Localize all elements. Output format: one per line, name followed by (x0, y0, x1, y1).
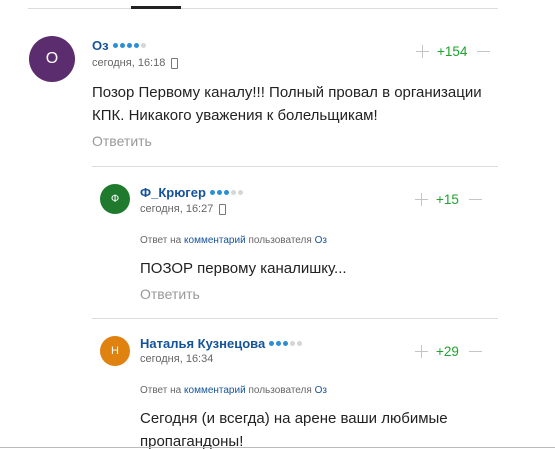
user-rank-dots (112, 43, 148, 48)
comment-author-row: Ф_Крюгер (140, 185, 245, 200)
comment-divider (92, 318, 498, 319)
comment-divider (92, 166, 498, 167)
comment-time: сегодня, 16:18 (92, 57, 166, 69)
reply-button[interactable]: Ответить (92, 133, 152, 149)
downvote-icon[interactable] (477, 51, 491, 52)
avatar[interactable]: О (29, 36, 75, 82)
comment-text: Сегодня (и всегда) на арене ваши любимые… (140, 410, 448, 449)
reply-user-link[interactable]: Оз (315, 235, 327, 246)
comment-time: сегодня, 16:34 (140, 353, 214, 365)
reply-comment-link[interactable]: комментарий (184, 385, 246, 396)
vote-widget: +15 (415, 192, 482, 207)
author-link[interactable]: Ф_Крюгер (140, 185, 206, 200)
downvote-icon[interactable] (468, 199, 482, 200)
rating-value: +29 (436, 344, 459, 359)
active-tab-indicator (131, 6, 181, 9)
rating-value: +154 (437, 44, 468, 59)
reply-to-line: Ответ на комментарий пользователя Оз (140, 235, 327, 246)
author-link[interactable]: Оз (92, 38, 109, 53)
upvote-icon[interactable] (415, 193, 428, 206)
reply-button[interactable]: Ответить (140, 286, 200, 302)
comment-meta: сегодня, 16:18 (92, 57, 179, 69)
top-divider (28, 8, 498, 9)
comment-author-row: Наталья Кузнецова (140, 336, 304, 351)
comment-meta: сегодня, 16:34 (140, 353, 213, 365)
mobile-icon (219, 203, 227, 215)
user-rank-dots (209, 190, 245, 195)
reply-comment-link[interactable]: комментарий (184, 235, 246, 246)
mobile-icon (171, 57, 179, 69)
rating-value: +15 (436, 192, 459, 207)
comment-time: сегодня, 16:27 (140, 203, 214, 215)
author-link[interactable]: Наталья Кузнецова (140, 336, 265, 351)
avatar[interactable]: Ф (100, 184, 130, 214)
bottom-divider (0, 447, 555, 448)
vote-widget: +29 (415, 344, 482, 359)
reply-to-line: Ответ на комментарий пользователя Оз (140, 385, 327, 396)
downvote-icon[interactable] (468, 351, 482, 352)
reply-user-link[interactable]: Оз (315, 385, 327, 396)
comment-text: ПОЗОР первому каналишку... (140, 260, 347, 277)
user-rank-dots (269, 341, 304, 346)
comment-meta: сегодня, 16:27 (140, 203, 227, 215)
vote-widget: +154 (416, 44, 491, 59)
avatar[interactable]: Н (100, 336, 130, 366)
comment-text: Позор Первому каналу!!! Полный провал в … (92, 84, 482, 124)
upvote-icon[interactable] (416, 45, 429, 58)
upvote-icon[interactable] (415, 345, 428, 358)
comment-author-row: Оз (92, 38, 148, 53)
